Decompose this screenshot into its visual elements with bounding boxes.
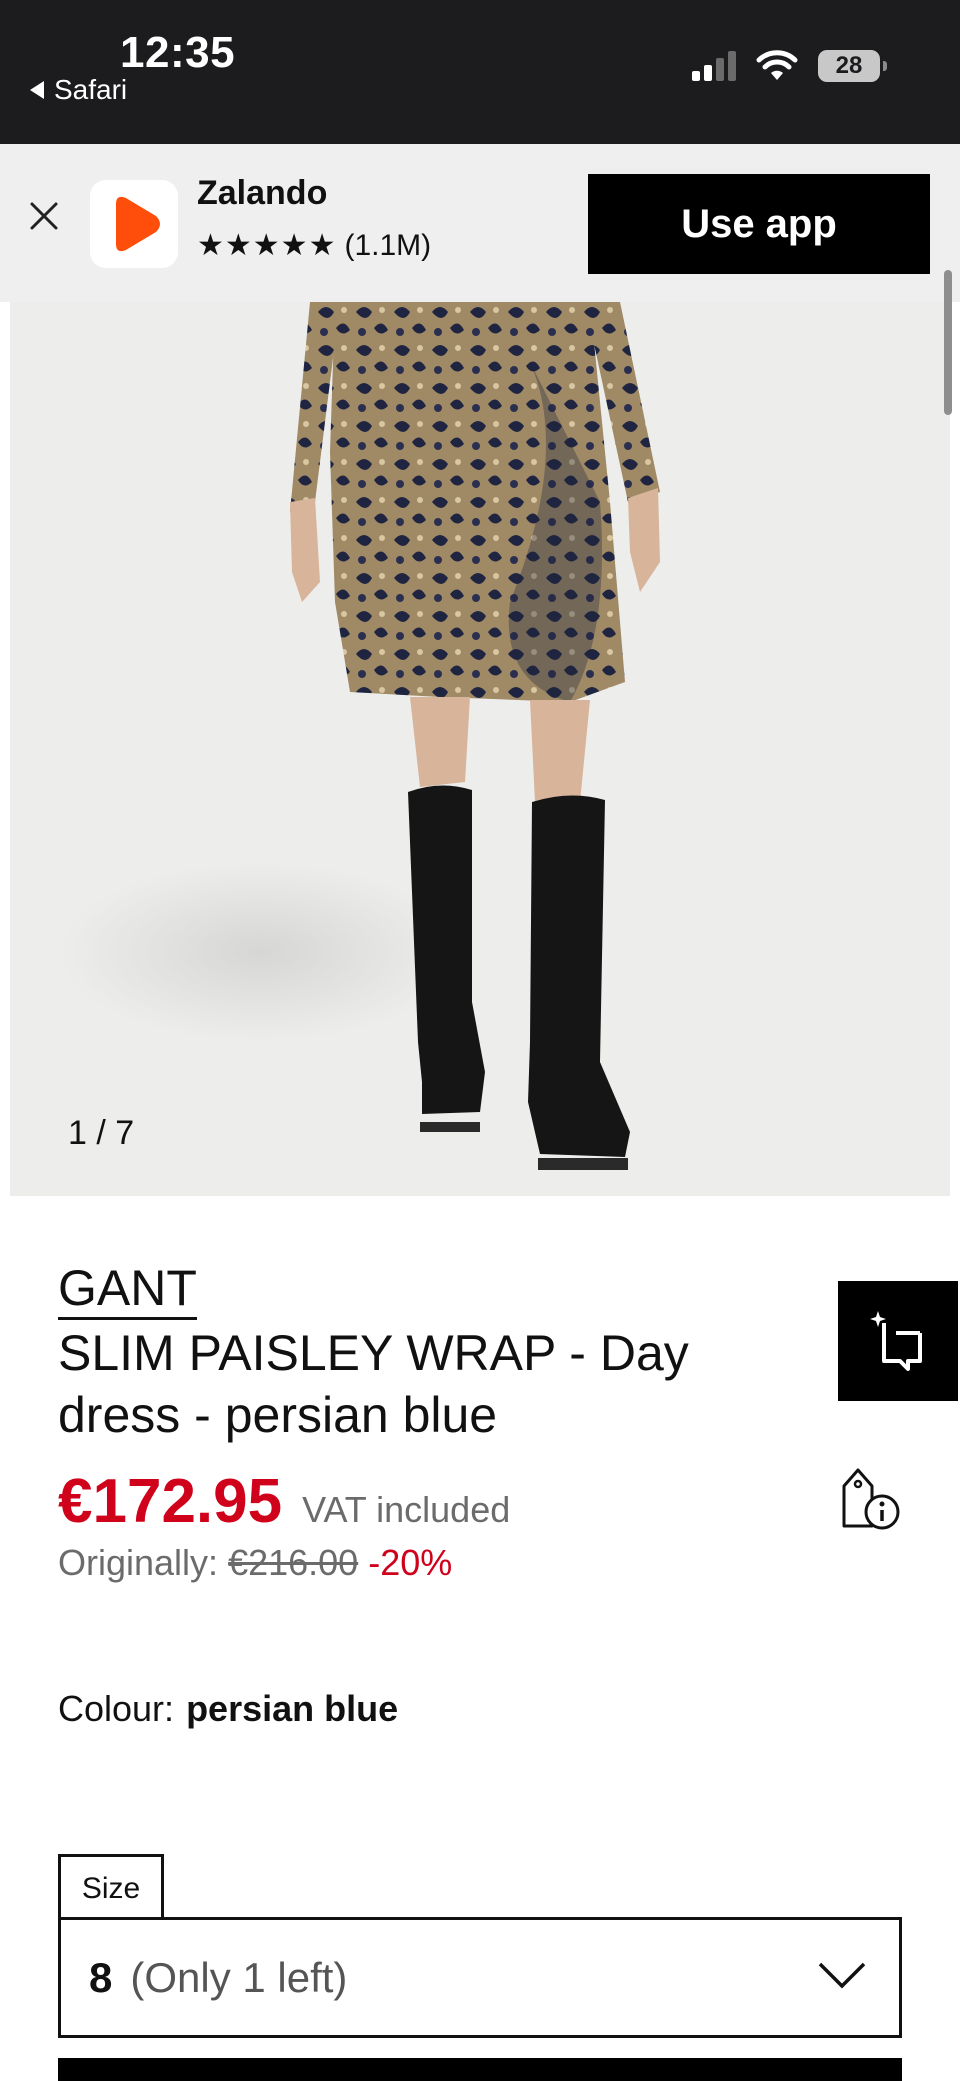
product-image[interactable]: 1 / 7 <box>10 302 950 1196</box>
product-photo <box>60 302 660 1170</box>
rating-stars-icon: ★★★★★ <box>197 229 337 262</box>
status-time: 12:35 <box>120 28 236 77</box>
colour-row: Colour: persian blue <box>58 1688 398 1730</box>
zalando-logo-icon <box>116 196 160 252</box>
wifi-icon <box>756 50 798 80</box>
brand-link[interactable]: GANT <box>58 1262 197 1320</box>
original-price: €216.00 <box>228 1542 359 1583</box>
use-app-button[interactable]: Use app <box>588 174 930 274</box>
colour-label: Colour: <box>58 1688 175 1729</box>
image-counter: 1 / 7 <box>68 1114 135 1152</box>
vat-note: VAT included <box>302 1489 511 1530</box>
close-icon[interactable] <box>26 198 62 234</box>
current-price: €172.95 <box>58 1467 283 1536</box>
status-bar: 12:35 Safari 28 <box>0 0 960 144</box>
colour-value: persian blue <box>186 1688 399 1729</box>
scrollbar[interactable] <box>944 270 952 415</box>
size-label: Size <box>58 1854 164 1920</box>
selected-size: 8 <box>89 1953 113 2001</box>
original-label: Originally: <box>58 1542 219 1583</box>
price-row: €172.95 VAT included <box>58 1466 510 1537</box>
battery-icon: 28 <box>818 50 887 82</box>
virtual-try-on-button[interactable] <box>838 1281 958 1401</box>
status-indicators: 28 <box>692 50 887 82</box>
back-app-label: Safari <box>54 74 128 105</box>
back-arrow-icon <box>30 81 44 99</box>
rating-count: (1.1M) <box>344 228 432 262</box>
chevron-down-icon <box>818 1962 866 1989</box>
cellular-signal-icon <box>692 51 736 81</box>
sparkle-frame-icon <box>870 1311 922 1371</box>
discount-badge: -20% <box>368 1542 453 1583</box>
add-to-bag-button[interactable] <box>58 2058 902 2081</box>
app-rating: ★★★★★ (1.1M) <box>197 228 431 263</box>
size-dropdown[interactable]: 8 (Only 1 left) <box>58 1917 902 2038</box>
price-tag-info-icon[interactable] <box>840 1464 902 1532</box>
back-to-safari[interactable]: Safari <box>30 74 127 106</box>
original-price-row: Originally: €216.00 -20% <box>58 1542 452 1584</box>
zalando-logo <box>90 180 178 268</box>
app-install-banner: Zalando ★★★★★ (1.1M) Use app <box>0 144 960 302</box>
stock-note: (Only 1 left) <box>130 1953 348 2001</box>
product-title: SLIM PAISLEY WRAP - Day dress - persian … <box>58 1325 689 1443</box>
app-name: Zalando <box>197 174 328 212</box>
